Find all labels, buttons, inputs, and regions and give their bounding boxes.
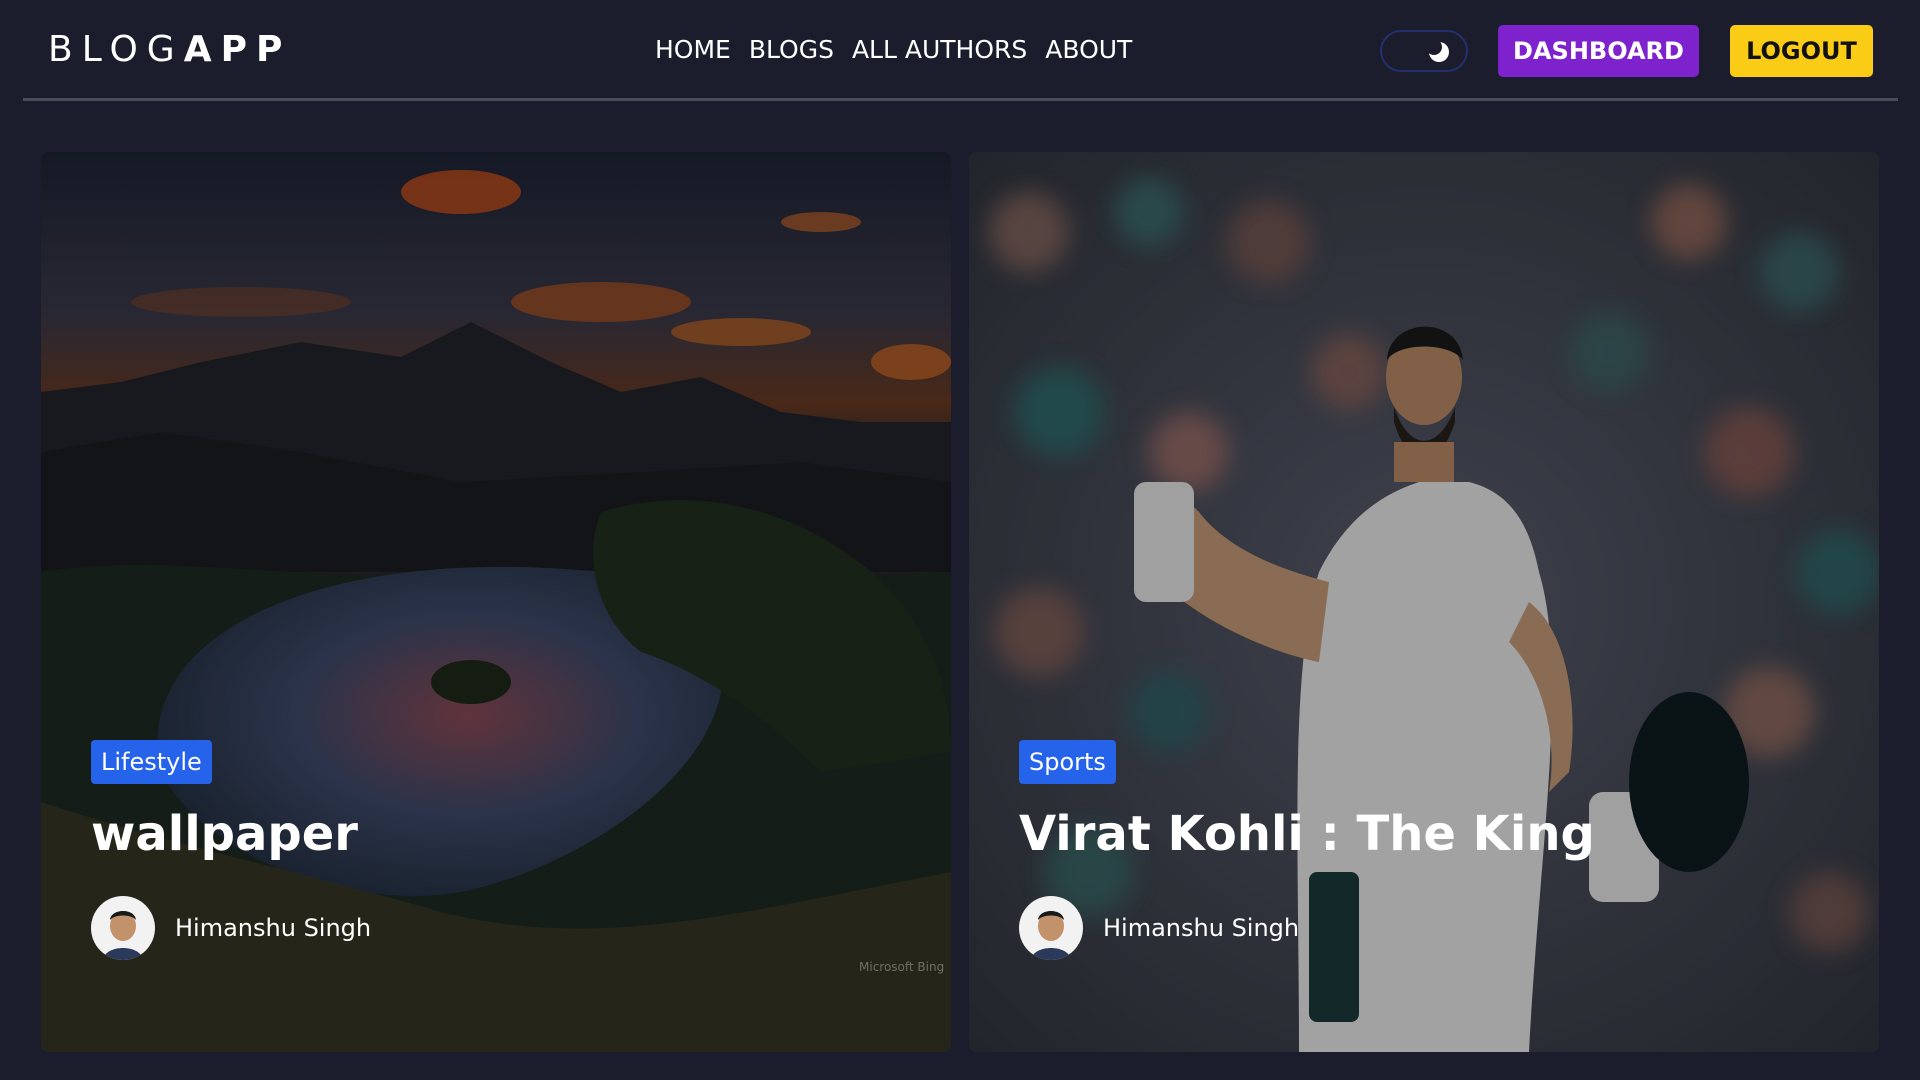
image-watermark: Microsoft Bing (859, 960, 945, 974)
author-name: Himanshu Singh (175, 914, 372, 942)
logo[interactable]: BLOGAPP (48, 30, 291, 70)
blog-card[interactable]: Sports Virat Kohli : The King Himanshu S… (969, 152, 1879, 1052)
category-tag[interactable]: Lifestyle (91, 740, 212, 784)
avatar (1019, 896, 1083, 960)
card-title[interactable]: Virat Kohli : The King (1019, 804, 1595, 864)
blog-card[interactable]: Lifestyle wallpaper Himanshu Singh Micro… (41, 152, 951, 1052)
logout-button[interactable]: LOGOUT (1730, 25, 1873, 77)
theme-toggle[interactable] (1380, 30, 1468, 72)
dashboard-button[interactable]: DASHBOARD (1498, 25, 1699, 77)
category-tag[interactable]: Sports (1019, 740, 1116, 784)
nav-about[interactable]: ABOUT (1045, 34, 1132, 66)
author-info[interactable]: Himanshu Singh (1019, 896, 1299, 960)
author-info[interactable]: Himanshu Singh (91, 896, 371, 960)
moon-icon (1428, 41, 1449, 62)
card-title[interactable]: wallpaper (91, 804, 358, 864)
avatar (91, 896, 155, 960)
logo-text-blog: BLOG (48, 29, 184, 70)
header-divider (23, 98, 1898, 101)
main-nav: HOME BLOGS ALL AUTHORS ABOUT (655, 34, 1132, 66)
logo-text-app: APP (183, 29, 292, 70)
navbar: BLOGAPP HOME BLOGS ALL AUTHORS ABOUT DAS… (0, 0, 1920, 102)
author-name: Himanshu Singh (1103, 914, 1300, 942)
nav-all-authors[interactable]: ALL AUTHORS (852, 34, 1027, 66)
nav-home[interactable]: HOME (655, 34, 731, 66)
nav-blogs[interactable]: BLOGS (749, 34, 834, 66)
